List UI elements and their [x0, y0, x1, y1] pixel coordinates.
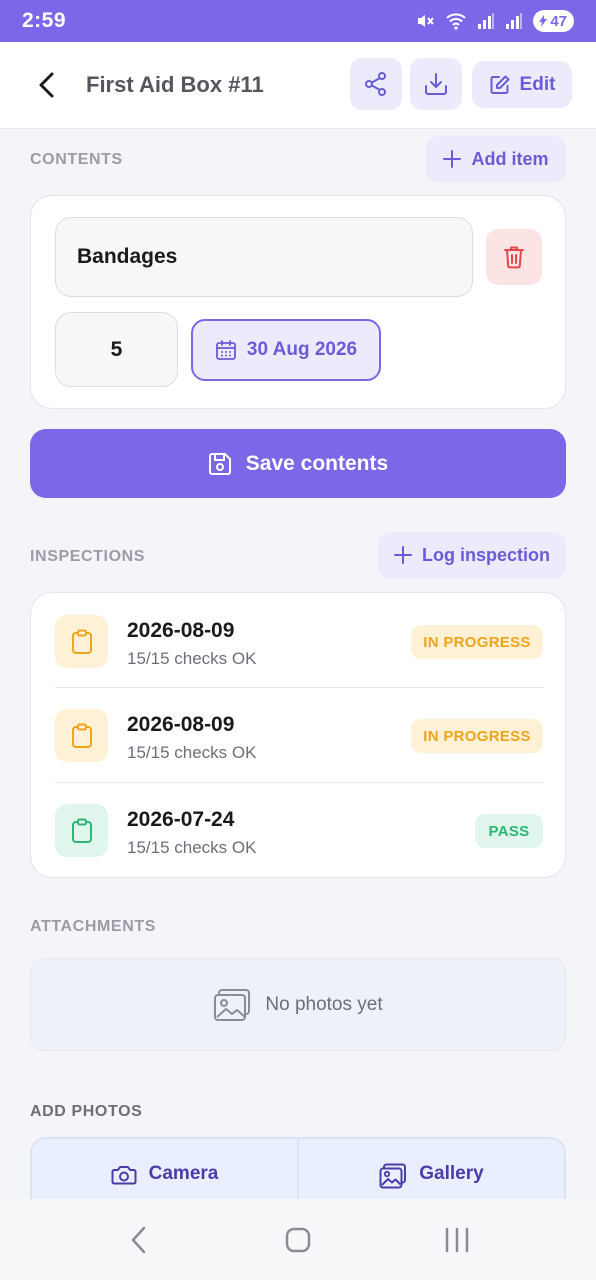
status-badge: IN PROGRESS — [411, 719, 543, 753]
inspection-summary: 15/15 checks OK — [127, 743, 257, 762]
signal-icon — [477, 12, 495, 30]
download-icon — [425, 73, 447, 95]
status-time: 2:59 — [22, 9, 67, 32]
wifi-icon — [445, 12, 467, 30]
status-badge: PASS — [475, 814, 543, 848]
edit-icon — [490, 75, 510, 94]
back-button[interactable] — [30, 68, 64, 102]
edit-label: Edit — [519, 73, 556, 95]
nav-back-button[interactable] — [99, 1210, 179, 1270]
share-button[interactable] — [350, 58, 402, 110]
inspection-row[interactable]: 2026-07-24 15/15 checks OK PASS — [55, 784, 543, 876]
quantity-field[interactable]: 5 — [55, 312, 178, 387]
nav-home-button[interactable] — [258, 1210, 338, 1270]
gallery-label: Gallery — [419, 1163, 484, 1184]
inspection-date: 2026-08-09 — [127, 713, 235, 736]
battery-icon: 47 — [533, 10, 574, 32]
plus-icon — [443, 150, 462, 168]
inspection-summary: 15/15 checks OK — [127, 838, 257, 857]
inspection-row[interactable]: 2026-08-09 15/15 checks OK IN PROGRESS — [55, 595, 543, 687]
back-arrow-icon — [39, 72, 54, 98]
save-contents-button[interactable]: Save contents — [30, 429, 566, 498]
trash-icon — [504, 246, 524, 269]
inspection-summary: 15/15 checks OK — [127, 649, 257, 668]
save-icon — [208, 452, 231, 475]
attachments-empty-state: No photos yet — [30, 958, 566, 1051]
log-inspection-button[interactable]: Log inspection — [378, 532, 566, 578]
edit-button[interactable]: Edit — [472, 61, 572, 108]
delete-item-button[interactable] — [486, 229, 542, 285]
status-bar: 2:59 47 — [0, 0, 596, 42]
add-item-button[interactable]: Add item — [426, 136, 566, 182]
add-item-label: Add item — [471, 148, 549, 169]
clipboard-icon — [55, 709, 108, 762]
divider — [55, 687, 543, 688]
camera-icon — [111, 1166, 137, 1185]
share-icon — [365, 72, 386, 96]
attachments-empty-text: No photos yet — [265, 993, 383, 1015]
download-button[interactable] — [410, 58, 462, 110]
inspection-row[interactable]: 2026-08-09 15/15 checks OK IN PROGRESS — [55, 689, 543, 781]
inspections-card: 2026-08-09 15/15 checks OK IN PROGRESS 2… — [30, 592, 566, 878]
contents-section-label: CONTENTS — [30, 151, 123, 168]
contents-card: Bandages 5 30 Aug 2026 — [30, 195, 566, 409]
nav-home-icon — [285, 1227, 311, 1252]
calendar-icon — [216, 340, 236, 360]
clipboard-icon — [55, 804, 108, 857]
attachments-section-label: ATTACHMENTS — [30, 918, 156, 935]
system-nav-bar — [0, 1199, 596, 1280]
camera-label: Camera — [148, 1163, 219, 1184]
nav-back-icon — [132, 1226, 146, 1253]
image-icon — [214, 988, 251, 1021]
nav-recents-icon — [445, 1227, 468, 1252]
battery-level: 47 — [550, 12, 567, 30]
expiry-date-label: 30 Aug 2026 — [246, 339, 358, 360]
inspections-section-label: INSPECTIONS — [30, 548, 146, 565]
clipboard-icon — [55, 615, 108, 668]
nav-recents-button[interactable] — [417, 1210, 497, 1270]
add-photos-section-label: ADD PHOTOS — [30, 1103, 143, 1120]
log-inspection-label: Log inspection — [422, 544, 550, 565]
inspection-date: 2026-08-09 — [127, 619, 235, 642]
gallery-icon — [379, 1163, 407, 1189]
status-icons: 47 — [415, 10, 574, 32]
item-name-field[interactable]: Bandages — [55, 217, 473, 297]
plus-icon — [394, 546, 412, 564]
inspection-date: 2026-07-24 — [127, 808, 235, 831]
divider — [55, 782, 543, 783]
expiry-date-button[interactable]: 30 Aug 2026 — [191, 319, 381, 381]
status-badge: IN PROGRESS — [411, 625, 543, 659]
save-contents-label: Save contents — [245, 451, 389, 475]
page-title: First Aid Box #11 — [86, 72, 264, 97]
signal-icon — [505, 12, 523, 30]
app-bar: First Aid Box #11 Edit — [0, 42, 596, 129]
mute-icon — [415, 11, 435, 31]
